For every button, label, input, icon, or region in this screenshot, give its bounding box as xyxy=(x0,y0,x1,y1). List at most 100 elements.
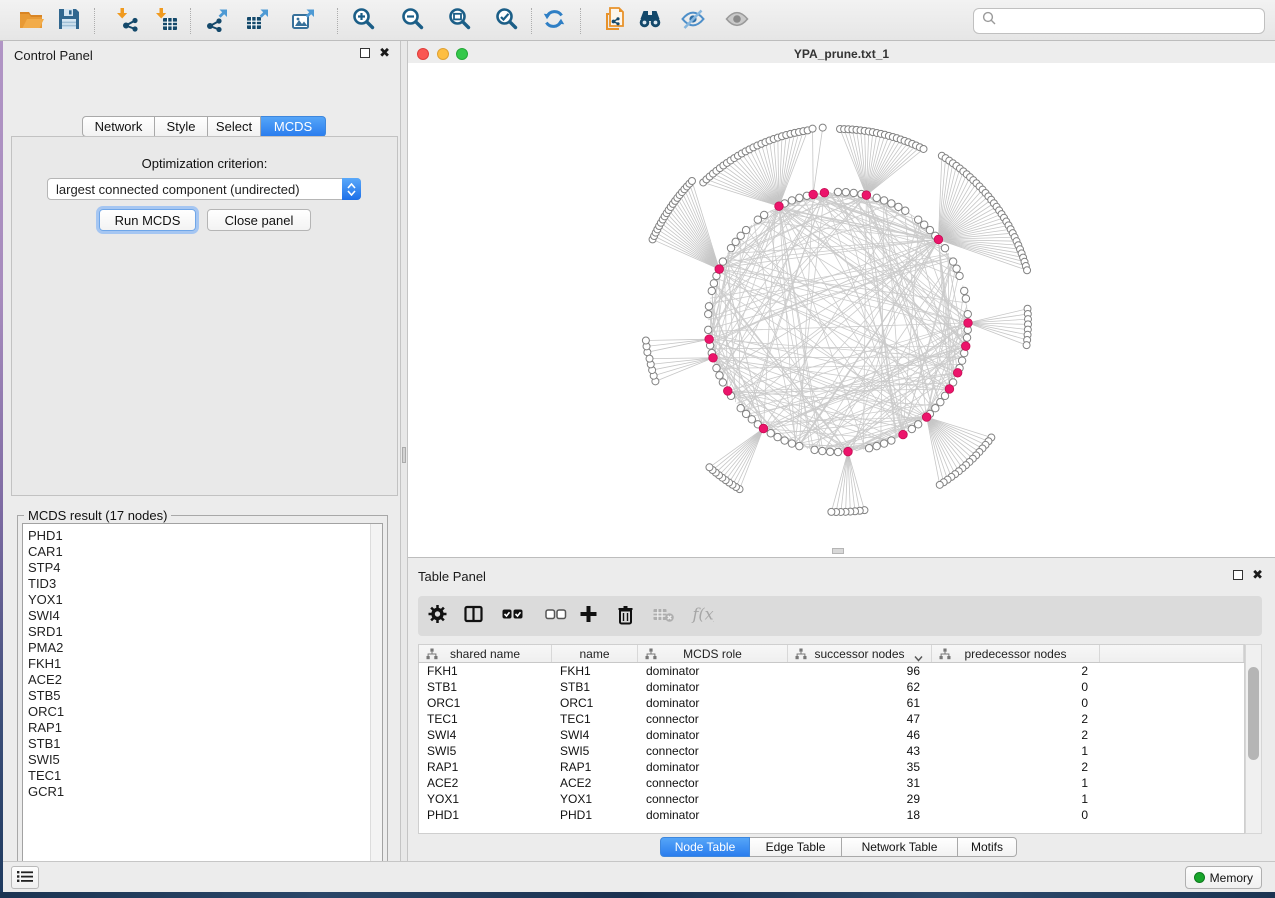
mcds-node[interactable] xyxy=(862,191,871,200)
table-scrollbar[interactable] xyxy=(1245,644,1262,834)
clone-network-button[interactable] xyxy=(595,4,631,38)
column-header-successor-nodes[interactable]: successor nodes xyxy=(788,645,932,662)
network-node[interactable] xyxy=(760,211,767,218)
table-row[interactable]: FKH1FKH1dominator962 xyxy=(419,663,1244,679)
panel-selector-button[interactable] xyxy=(11,866,39,889)
network-leaf-node[interactable] xyxy=(706,464,713,471)
mcds-node[interactable] xyxy=(844,447,853,456)
network-leaf-node[interactable] xyxy=(819,124,826,131)
mcds-node[interactable] xyxy=(934,235,943,244)
network-node[interactable] xyxy=(732,238,739,245)
delete-column-button[interactable] xyxy=(610,604,640,628)
mcds-result-item[interactable]: STB1 xyxy=(28,736,382,752)
network-leaf-node[interactable] xyxy=(646,355,653,362)
criterion-select[interactable]: largest connected component (undirected) xyxy=(47,178,361,200)
column-header-name[interactable]: name xyxy=(552,645,638,662)
tab-network[interactable]: Network xyxy=(82,116,155,137)
table-row[interactable]: ORC1ORC1dominator610 xyxy=(419,695,1244,711)
network-node[interactable] xyxy=(796,442,803,449)
export-image-button[interactable] xyxy=(286,4,322,38)
network-node[interactable] xyxy=(705,303,712,310)
mcds-result-item[interactable]: SWI5 xyxy=(28,752,382,768)
network-node[interactable] xyxy=(767,430,774,437)
tab-style[interactable]: Style xyxy=(155,116,208,137)
network-node[interactable] xyxy=(705,310,712,317)
network-node[interactable] xyxy=(774,433,781,440)
mcds-result-item[interactable]: RAP1 xyxy=(28,720,382,736)
mcds-result-item[interactable]: YOX1 xyxy=(28,592,382,608)
network-node[interactable] xyxy=(819,447,826,454)
close-panel-button[interactable]: Close panel xyxy=(207,209,311,231)
network-leaf-node[interactable] xyxy=(688,177,695,184)
table-row[interactable]: TEC1TEC1connector472 xyxy=(419,711,1244,727)
table-row[interactable]: PHD1PHD1dominator180 xyxy=(419,807,1244,823)
select-all-checks-button[interactable] xyxy=(497,604,527,628)
close-table-panel-icon[interactable]: ✖ xyxy=(1252,570,1263,580)
export-network-button[interactable] xyxy=(199,4,235,38)
zoom-selected-button[interactable] xyxy=(489,4,525,38)
network-node[interactable] xyxy=(705,326,712,333)
mcds-node[interactable] xyxy=(899,430,908,439)
network-node[interactable] xyxy=(719,379,726,386)
refresh-button[interactable] xyxy=(536,4,572,38)
column-header-predecessor-nodes[interactable]: predecessor nodes xyxy=(932,645,1100,662)
network-node[interactable] xyxy=(742,226,749,233)
network-node[interactable] xyxy=(956,272,963,279)
network-node[interactable] xyxy=(880,197,887,204)
mcds-result-item[interactable]: SWI4 xyxy=(28,608,382,624)
tab-mcds[interactable]: MCDS xyxy=(261,116,326,137)
network-leaf-node[interactable] xyxy=(920,145,927,152)
table-row[interactable]: STB1STB1dominator620 xyxy=(419,679,1244,695)
network-node[interactable] xyxy=(713,364,720,371)
network-leaf-node[interactable] xyxy=(1023,342,1030,349)
network-node[interactable] xyxy=(788,440,795,447)
network-node[interactable] xyxy=(850,189,857,196)
add-column-button[interactable] xyxy=(573,604,603,628)
mcds-node[interactable] xyxy=(964,319,973,328)
mcds-node[interactable] xyxy=(759,424,768,433)
network-node[interactable] xyxy=(880,440,887,447)
network-node[interactable] xyxy=(963,334,970,341)
mcds-result-item[interactable]: STP4 xyxy=(28,560,382,576)
deselect-checks-button[interactable] xyxy=(540,604,570,628)
mcds-result-item[interactable]: STB5 xyxy=(28,688,382,704)
network-node[interactable] xyxy=(873,442,880,449)
network-node[interactable] xyxy=(949,258,956,265)
table-row[interactable]: SWI5SWI5connector431 xyxy=(419,743,1244,759)
mcds-result-item[interactable]: GCR1 xyxy=(28,784,382,800)
export-table-button[interactable] xyxy=(240,4,276,38)
run-mcds-button[interactable]: Run MCDS xyxy=(99,209,196,231)
table-row[interactable]: RAP1RAP1dominator352 xyxy=(419,759,1244,775)
network-leaf-node[interactable] xyxy=(809,125,816,132)
mcds-result-item[interactable]: SRD1 xyxy=(28,624,382,640)
mcds-node[interactable] xyxy=(705,335,714,344)
network-node[interactable] xyxy=(941,244,948,251)
tab-node-table[interactable]: Node Table xyxy=(660,837,750,857)
network-leaf-node[interactable] xyxy=(642,337,649,344)
mcds-result-item[interactable]: ORC1 xyxy=(28,704,382,720)
gear-button[interactable] xyxy=(422,604,452,628)
network-node[interactable] xyxy=(958,357,965,364)
zoom-out-button[interactable] xyxy=(395,4,431,38)
mcds-node[interactable] xyxy=(961,342,970,351)
network-node[interactable] xyxy=(842,189,849,196)
memory-button[interactable]: Memory xyxy=(1185,866,1262,889)
network-leaf-node[interactable] xyxy=(936,481,943,488)
column-header-MCDS-role[interactable]: MCDS role xyxy=(638,645,788,662)
import-table-button[interactable] xyxy=(148,4,184,38)
table-scrollbar-thumb[interactable] xyxy=(1248,667,1259,760)
network-graph-svg[interactable] xyxy=(408,63,1275,557)
vertical-splitter[interactable] xyxy=(400,41,408,861)
network-node[interactable] xyxy=(719,258,726,265)
search-input[interactable] xyxy=(1003,13,1256,30)
network-titlebar[interactable]: YPA_prune.txt_1 xyxy=(408,45,1275,63)
column-header-shared-name[interactable]: shared name xyxy=(419,645,552,662)
network-node[interactable] xyxy=(961,287,968,294)
network-node[interactable] xyxy=(908,425,915,432)
network-node[interactable] xyxy=(902,207,909,214)
network-leaf-node[interactable] xyxy=(828,508,835,515)
network-node[interactable] xyxy=(953,265,960,272)
mcds-result-item[interactable]: CAR1 xyxy=(28,544,382,560)
save-session-button[interactable] xyxy=(51,4,87,38)
network-node[interactable] xyxy=(796,194,803,201)
